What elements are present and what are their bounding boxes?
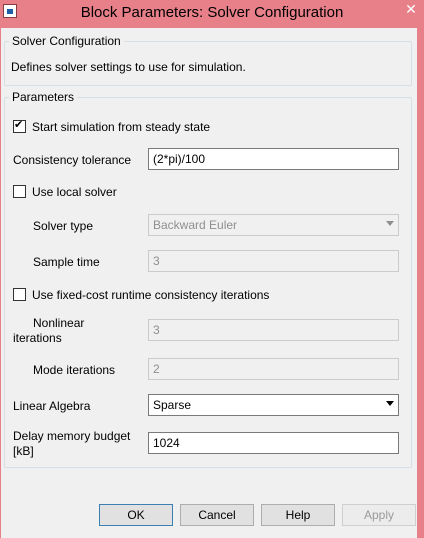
linear-algebra-value: Sparse bbox=[153, 398, 192, 412]
solver-type-label: Solver type bbox=[33, 219, 94, 233]
window-border bbox=[417, 28, 424, 538]
parameters-group-title: Parameters bbox=[12, 90, 75, 104]
linear-algebra-dropdown[interactable]: Sparse bbox=[148, 394, 399, 416]
description-text: Defines solver settings to use for simul… bbox=[11, 60, 246, 74]
description-group-title: Solver Configuration bbox=[12, 34, 121, 48]
mode-iterations-label: Mode iterations bbox=[33, 363, 116, 377]
fixed-cost-label: Use fixed-cost runtime consistency itera… bbox=[32, 288, 270, 302]
local-solver-label: Use local solver bbox=[32, 185, 117, 199]
consistency-tolerance-input[interactable]: (2*pi)/100 bbox=[148, 148, 399, 170]
steady-state-checkbox[interactable] bbox=[13, 119, 26, 133]
fixed-cost-checkbox[interactable] bbox=[13, 288, 26, 301]
chevron-down-icon bbox=[386, 401, 394, 406]
delay-memory-label-line2: [kB] bbox=[13, 444, 34, 458]
apply-button[interactable]: Apply bbox=[342, 504, 416, 526]
solver-type-dropdown[interactable]: Backward Euler bbox=[148, 214, 399, 236]
solver-type-value: Backward Euler bbox=[153, 218, 238, 232]
nonlinear-iterations-label-line1: Nonlinear bbox=[33, 316, 85, 330]
help-button[interactable]: Help bbox=[261, 504, 335, 526]
delay-memory-input[interactable]: 1024 bbox=[148, 432, 399, 454]
ok-button[interactable]: OK bbox=[99, 504, 173, 526]
mode-iterations-input[interactable]: 2 bbox=[148, 358, 399, 380]
close-icon[interactable]: ✕ bbox=[398, 0, 424, 18]
window-title: Block Parameters: Solver Configuration bbox=[80, 4, 344, 21]
cancel-button[interactable]: Cancel bbox=[180, 504, 254, 526]
sample-time-label: Sample time bbox=[33, 255, 100, 269]
dialog-client: Solver Configuration Defines solver sett… bbox=[1, 28, 417, 538]
nonlinear-iterations-input[interactable]: 3 bbox=[148, 319, 399, 341]
consistency-tolerance-label: Consistency tolerance bbox=[13, 153, 132, 167]
chevron-down-icon bbox=[386, 221, 394, 226]
steady-state-label: Start simulation from steady state bbox=[32, 120, 211, 134]
delay-memory-label-line1: Delay memory budget bbox=[13, 429, 131, 443]
sample-time-input[interactable]: 3 bbox=[148, 250, 399, 272]
title-bar[interactable]: Block Parameters: Solver Configuration ✕ bbox=[0, 0, 424, 27]
linear-algebra-label: Linear Algebra bbox=[13, 399, 91, 413]
local-solver-checkbox[interactable] bbox=[13, 185, 26, 198]
nonlinear-iterations-label-line2: iterations bbox=[13, 331, 62, 345]
